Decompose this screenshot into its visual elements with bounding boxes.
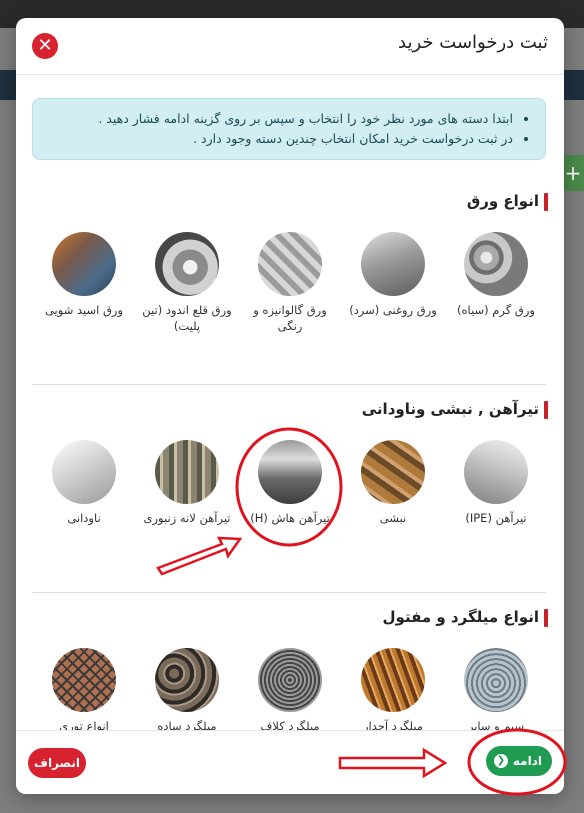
section-title-rebars: انواع میلگرد و مفتول — [383, 608, 549, 627]
category-label: ورق قلع اندود (تین پلیت) — [142, 303, 232, 333]
category-item[interactable]: میلگرد آجدار — [343, 648, 443, 734]
category-label: نبشی — [379, 511, 407, 525]
category-item[interactable]: تیرآهن (IPE) — [446, 440, 546, 526]
section-divider — [32, 384, 546, 385]
wire-coil-image — [464, 648, 528, 712]
category-item[interactable]: ورق قلع اندود (تین پلیت) — [137, 232, 237, 334]
plain-rebar-image — [155, 648, 219, 712]
info-alert: ابتدا دسته های مورد نظر خود را انتخاب و … — [32, 98, 546, 160]
coiled-rebar-image — [258, 648, 322, 712]
category-label: تیرآهن لانه زنبوری — [143, 511, 231, 525]
category-item[interactable]: انواع توری — [34, 648, 134, 734]
h-beam-image — [258, 440, 322, 504]
category-item[interactable]: ورق گالوانیزه و رنگی — [240, 232, 340, 334]
angle-bar-image — [361, 440, 425, 504]
modal-title: ثبت درخواست خرید — [398, 32, 548, 53]
info-line: در ثبت درخواست خرید امکان انتخاب چندین د… — [51, 129, 513, 149]
pickled-sheet-image — [52, 232, 116, 296]
ribbed-rebar-image — [361, 648, 425, 712]
category-label: ورق اسید شویی — [44, 303, 124, 317]
purchase-request-modal: ثبت درخواست خرید ✕ ابتدا دسته های مورد ن… — [16, 18, 564, 794]
castellated-beam-image — [155, 440, 219, 504]
category-label: ورق روغنی (سرد) — [349, 303, 437, 317]
category-item[interactable]: ورق روغنی (سرد) — [343, 232, 443, 318]
category-item[interactable]: میلگرد کلاف — [240, 648, 340, 734]
category-item[interactable]: تیرآهن لانه زنبوری — [137, 440, 237, 526]
category-label: ناودانی — [67, 511, 101, 525]
category-label: ورق گالوانیزه و رنگی — [253, 303, 327, 333]
category-label: تیرآهن (IPE) — [465, 511, 527, 525]
continue-label: ادامه — [512, 754, 542, 768]
channel-bar-image — [52, 440, 116, 504]
modal-header: ثبت درخواست خرید ✕ — [16, 18, 564, 75]
wire-mesh-image — [52, 648, 116, 712]
chevron-left-icon: ❮ — [494, 754, 508, 768]
category-item[interactable]: میلگرد ساده — [137, 648, 237, 734]
close-icon[interactable]: ✕ — [32, 33, 58, 59]
cold-rolled-sheet-image — [361, 232, 425, 296]
section-divider — [32, 592, 546, 593]
cancel-button[interactable]: انصراف — [28, 748, 86, 778]
section-title-sheets: انواع ورق — [467, 192, 549, 211]
category-item[interactable]: تیرآهن هاش (H) — [240, 440, 340, 526]
category-item[interactable]: ناودانی — [34, 440, 134, 526]
info-line: ابتدا دسته های مورد نظر خود را انتخاب و … — [51, 109, 513, 129]
category-label: تیرآهن هاش (H) — [250, 511, 330, 525]
category-item[interactable]: ورق گرم (سیاه) — [446, 232, 546, 318]
category-item[interactable]: ورق اسید شویی — [34, 232, 134, 318]
continue-button[interactable]: ادامه ❮ — [486, 746, 552, 776]
modal-footer — [16, 730, 564, 794]
category-item[interactable]: نبشی — [343, 440, 443, 526]
galvanized-sheet-image — [258, 232, 322, 296]
hot-rolled-sheet-image — [464, 232, 528, 296]
category-item[interactable]: سیم و سایر — [446, 648, 546, 734]
background-add-button: + — [562, 155, 584, 191]
category-label: ورق گرم (سیاه) — [457, 303, 535, 317]
ipe-beam-image — [464, 440, 528, 504]
tin-plate-image — [155, 232, 219, 296]
section-title-beams: تیرآهن , نبشی وناودانی — [362, 400, 549, 419]
